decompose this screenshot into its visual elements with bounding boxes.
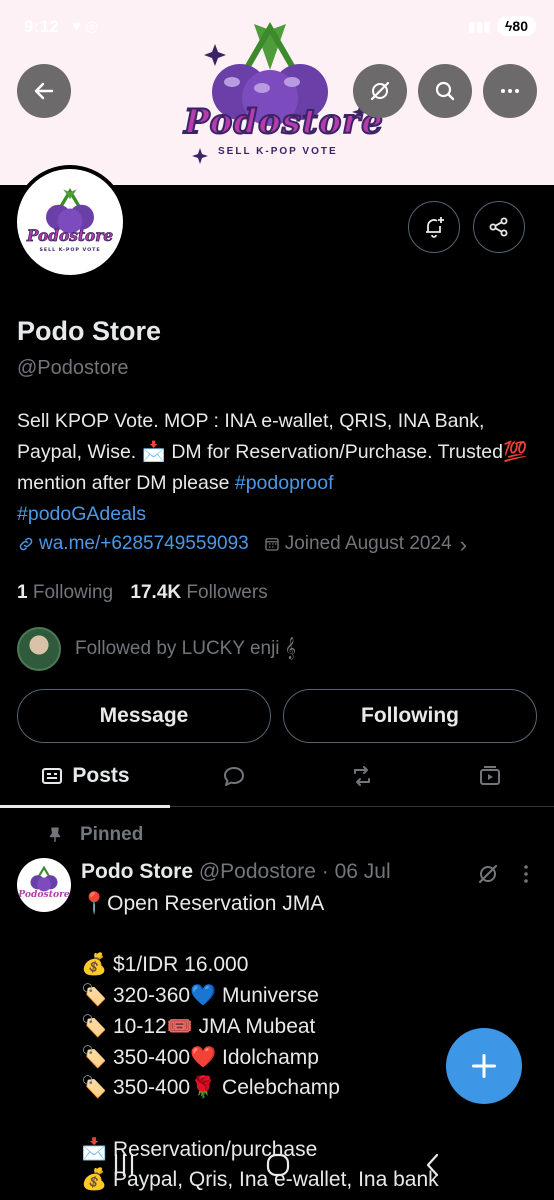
notifications-toggle-button[interactable] [408, 201, 460, 253]
pinned-indicator: Pinned [46, 824, 143, 846]
post-author-avatar[interactable]: Podostore [17, 858, 71, 912]
follower-avatar [17, 627, 61, 671]
search-button[interactable] [418, 64, 472, 118]
status-right: ▮▮▮ ϟ80 [468, 16, 536, 36]
active-tab-indicator [0, 805, 170, 808]
post-date[interactable]: 06 Jul [335, 860, 391, 883]
pin-icon [49, 827, 61, 842]
tab-posts-label: Posts [72, 764, 130, 787]
share-button[interactable] [473, 201, 525, 253]
grok-icon[interactable] [476, 862, 500, 886]
hashtag-link[interactable]: #podoGAdeals [17, 503, 146, 525]
following-count-link[interactable]: 1 Following [17, 582, 113, 603]
back-button[interactable] [17, 64, 71, 118]
podostore-avatar-logo: Podostore [17, 865, 70, 900]
hashtag-link[interactable]: #podoproof [235, 472, 334, 494]
more-horizontal-icon [501, 89, 519, 93]
posts-icon [42, 768, 63, 784]
following-label: Following [32, 582, 114, 603]
svg-text:Podostore: Podostore [26, 227, 113, 245]
more-vertical-icon[interactable] [518, 862, 534, 886]
profile-bio: Sell KPOP Vote. MOP : INA e-wallet, QRIS… [17, 406, 545, 530]
link-icon [19, 537, 33, 551]
grok-button[interactable] [353, 64, 407, 118]
follow-counts: 1 Following 17.4K Followers [17, 582, 268, 604]
profile-tabs: Posts [0, 745, 554, 808]
status-time: 9:12 [24, 17, 60, 36]
post-author-name[interactable]: Podo Store [81, 860, 193, 883]
chevron-right-icon[interactable]: › [460, 533, 467, 555]
profile-handle: @Podostore [17, 357, 129, 379]
message-button[interactable]: Message [17, 689, 271, 743]
bell-plus-icon [426, 217, 444, 238]
system-nav-bar [0, 1140, 554, 1200]
followed-by-text: Followed by LUCKY enji 𝄞 [75, 638, 297, 659]
more-button[interactable] [483, 64, 537, 118]
signal-icon: ▮▮▮ [467, 17, 491, 34]
battery-indicator: ϟ80 [497, 16, 536, 36]
grok-icon [370, 81, 390, 101]
calendar-icon [265, 538, 279, 551]
notification-icons: ♥ ◎ [72, 18, 99, 35]
post-author-handle[interactable]: @Podostore [199, 860, 316, 883]
repost-icon [354, 766, 370, 786]
reply-icon [224, 767, 244, 786]
battery-level: 80 [512, 18, 528, 34]
logo-wordmark: Podostore [183, 101, 384, 143]
tab-posts[interactable]: Posts [0, 745, 170, 808]
svg-text:SELL K-POP VOTE: SELL K-POP VOTE [39, 247, 100, 253]
home-icon[interactable] [265, 1152, 291, 1178]
tab-media[interactable] [426, 745, 554, 807]
svg-text:Podostore: Podostore [17, 889, 70, 900]
compose-button[interactable] [446, 1028, 522, 1104]
followers-label: Followers [186, 582, 268, 603]
search-icon [435, 81, 455, 101]
following-count: 1 [17, 582, 28, 603]
followers-count: 17.4K [130, 582, 182, 603]
followers-count-link[interactable]: 17.4K Followers [130, 582, 267, 603]
tab-reposts[interactable] [298, 745, 426, 807]
profile-name: Podo Store [17, 316, 162, 346]
arrow-left-icon [34, 82, 54, 100]
joined-date: Joined August 2024 [284, 533, 452, 554]
logo-tagline: SELL K-POP VOTE [218, 146, 338, 157]
back-nav-icon[interactable] [423, 1152, 443, 1178]
status-bar: 9:12 ♥ ◎ ▮▮▮ ϟ80 [0, 0, 554, 50]
media-icon [480, 766, 500, 785]
post-separator: · [321, 860, 329, 883]
recent-apps-icon[interactable] [112, 1152, 136, 1178]
profile-website-link[interactable]: wa.me/+6285749559093 [39, 533, 249, 555]
pinned-label: Pinned [80, 824, 144, 845]
followed-by-row[interactable]: Followed by LUCKY enji 𝄞 [17, 627, 296, 671]
following-button[interactable]: Following [283, 689, 537, 743]
share-icon [489, 217, 508, 237]
profile-avatar[interactable]: Podostore SELL K-POP VOTE [13, 165, 127, 279]
tab-replies[interactable] [170, 745, 298, 807]
plus-icon [471, 1053, 497, 1079]
profile-meta: wa.me/+6285749559093 Joined August 2024 … [17, 533, 467, 555]
post-header: Podo Store @Podostore · 06 Jul [81, 860, 391, 884]
podostore-avatar-logo: Podostore SELL K-POP VOTE [26, 188, 114, 253]
